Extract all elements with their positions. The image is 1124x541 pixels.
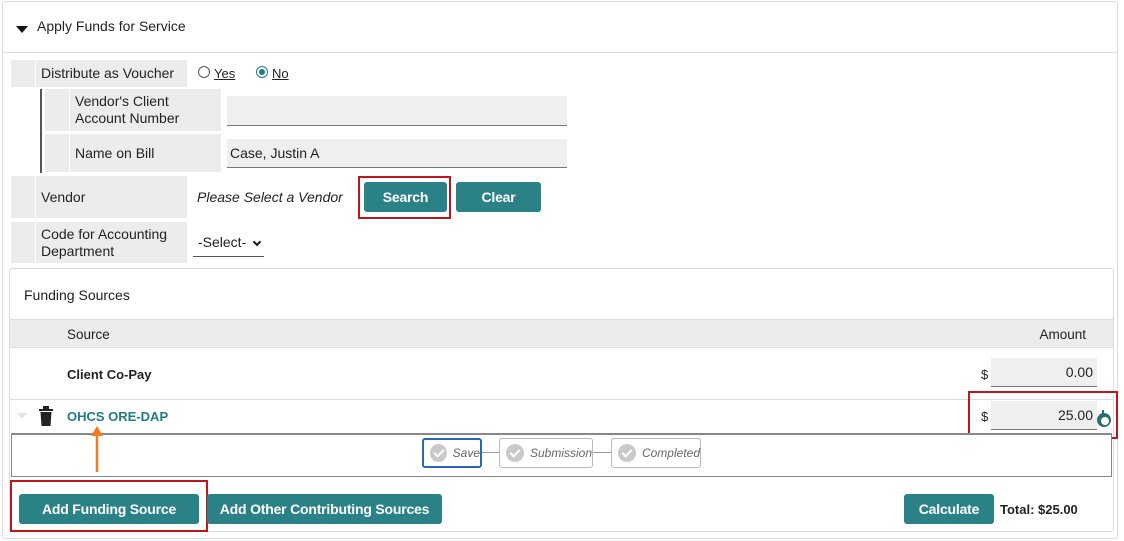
arrow-up-icon — [91, 426, 103, 472]
step-save: Save — [422, 438, 482, 468]
funding-sources-title: Funding Sources — [24, 287, 130, 303]
vendor-account-label-line2: Account Number — [75, 110, 180, 126]
row-gutter — [45, 89, 69, 131]
row-gutter — [11, 60, 35, 87]
vendor-account-label: Vendor's Client Account Number — [70, 89, 221, 131]
calculate-button[interactable]: Calculate — [904, 494, 994, 524]
vendor-account-input[interactable] — [227, 96, 567, 126]
voucher-no-radio[interactable] — [256, 66, 268, 78]
row-gutter — [11, 176, 35, 218]
collapse-caret-icon[interactable] — [16, 26, 28, 33]
row-gutter — [11, 222, 35, 263]
amount-highlight — [968, 391, 1118, 439]
name-on-bill-input[interactable]: Case, Justin A — [227, 139, 567, 168]
check-circle-icon — [430, 444, 447, 462]
vendor-label: Vendor — [36, 176, 187, 218]
add-other-sources-button[interactable]: Add Other Contributing Sources — [207, 494, 442, 524]
accounting-code-label-line1: Code for Accounting — [41, 225, 168, 242]
voucher-yes-radio[interactable] — [198, 66, 210, 78]
accounting-code-label-line2: Department — [41, 242, 115, 259]
check-circle-icon — [618, 444, 636, 462]
vendor-placeholder: Please Select a Vendor — [197, 189, 343, 205]
accounting-code-select[interactable]: -Select- — [193, 228, 264, 257]
amount-column-header: Amount — [1039, 327, 1086, 342]
expand-caret-icon[interactable] — [17, 413, 27, 419]
add-funding-source-button[interactable]: Add Funding Source — [19, 494, 199, 524]
section-title: Apply Funds for Service — [37, 18, 186, 34]
step-submission: Submission — [499, 438, 593, 468]
voucher-yes-label[interactable]: Yes — [214, 66, 235, 81]
check-circle-icon — [506, 444, 524, 462]
total-amount: Total: $25.00 — [1000, 502, 1078, 517]
step-label: Completed — [641, 446, 700, 460]
source-column-header: Source — [67, 327, 110, 342]
amount-input[interactable]: 0.00 — [991, 358, 1097, 387]
trash-icon[interactable] — [38, 406, 54, 426]
name-on-bill-label: Name on Bill — [70, 134, 221, 172]
source-name: Client Co-Pay — [67, 367, 152, 382]
step-completed: Completed — [611, 438, 701, 468]
step-connector — [482, 452, 499, 453]
indent-bar — [40, 89, 42, 173]
row-gutter — [45, 134, 69, 172]
step-connector — [593, 452, 611, 453]
table-row: Client Co-Pay $ 0.00 — [10, 349, 1113, 400]
funding-table-header: Source Amount — [10, 319, 1113, 348]
step-label: Submission — [529, 446, 592, 460]
voucher-no-label[interactable]: No — [272, 66, 289, 81]
chevron-down-icon — [252, 237, 262, 247]
voucher-label: Distribute as Voucher — [36, 60, 187, 87]
table-row: OHCS ORE-DAP $ 25.00 — [10, 400, 1113, 433]
vendor-clear-button[interactable]: Clear — [456, 182, 541, 212]
accounting-code-selected: -Select- — [198, 234, 247, 250]
section-header[interactable]: Apply Funds for Service — [3, 2, 1117, 53]
source-name-link[interactable]: OHCS ORE-DAP — [67, 409, 168, 424]
vendor-account-label-line1: Vendor's Client — [75, 93, 169, 109]
vendor-search-button[interactable]: Search — [364, 182, 447, 212]
accounting-code-label: Code for Accounting Department — [36, 222, 187, 263]
step-label: Save — [452, 446, 480, 460]
currency-symbol: $ — [981, 367, 989, 382]
